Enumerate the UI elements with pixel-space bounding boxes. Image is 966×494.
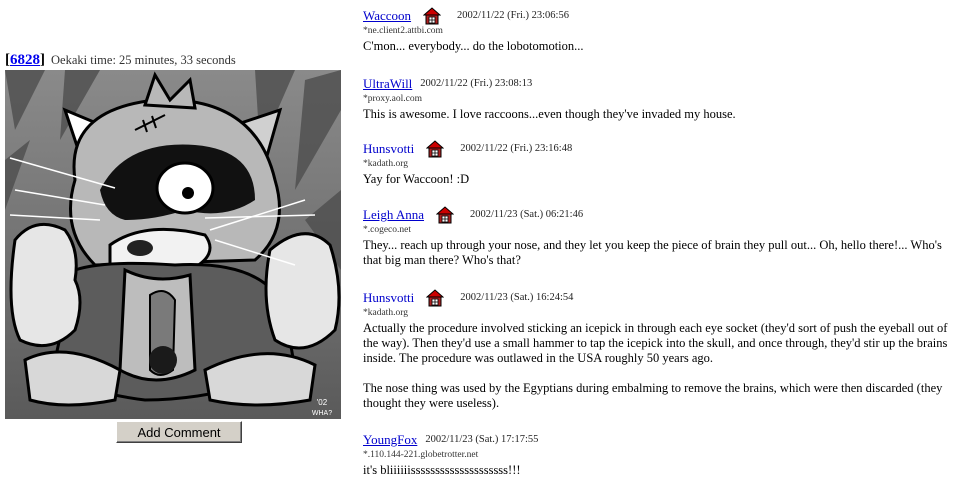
comment: Hunsvotti 2002/11/23 (Sat.) 16:24:54 *kad…	[363, 288, 959, 411]
comment-paragraph: Yay for Waccoon! :D	[363, 172, 470, 186]
comment-date: 2002/11/22 (Fri.) 23:06:56	[457, 10, 569, 21]
comment-author[interactable]: Leigh Anna	[363, 207, 424, 223]
home-icon[interactable]	[426, 289, 445, 307]
comment-header: UltraWill 2002/11/22 (Fri.) 23:08:13	[363, 74, 959, 94]
home-icon[interactable]	[436, 206, 455, 224]
comment-header: Leigh Anna 2002/11/23 (Sat.) 06:21:46	[363, 205, 959, 225]
comment-host: *.110.144-221.globetrotter.net	[363, 450, 479, 460]
post-header: [6828] Oekaki time: 25 minutes, 33 secon…	[5, 52, 341, 68]
post-panel: [6828] Oekaki time: 25 minutes, 33 secon…	[5, 52, 341, 443]
comment-date: 2002/11/23 (Sat.) 17:17:55	[425, 434, 539, 445]
comment: Leigh Anna 2002/11/23 (Sat.) 06:21:46 *.c…	[363, 205, 959, 268]
post-id: [6828]	[5, 52, 45, 68]
comment-text: They... reach up through your nose, and …	[363, 238, 959, 268]
home-icon[interactable]	[423, 7, 442, 25]
comment-text: it's bliiiiiissssssssssssssssssss!!!	[363, 463, 959, 478]
oekaki-drawing: '02 WHA?	[5, 70, 341, 419]
comment-author[interactable]: UltraWill	[363, 76, 412, 92]
comment-host: *kadath.org	[363, 308, 408, 318]
comment-author: Hunsvotti	[363, 290, 415, 305]
comment-paragraph: The nose thing was used by the Egyptians…	[363, 381, 943, 410]
comment-author[interactable]: Waccoon	[363, 8, 411, 24]
comment-paragraph: They... reach up through your nose, and …	[363, 238, 942, 267]
home-icon[interactable]	[426, 140, 445, 158]
post-id-link[interactable]: 6828	[10, 52, 40, 68]
comment-paragraph: Actually the procedure involved sticking…	[363, 321, 948, 365]
comment-host: *proxy.aol.com	[363, 94, 423, 104]
comment-text: C'mon... everybody... do the lobotomotio…	[363, 39, 959, 54]
comment-text: Actually the procedure involved sticking…	[363, 321, 959, 411]
comment-header: YoungFox 2002/11/23 (Sat.) 17:17:55	[363, 430, 959, 450]
comment-text: Yay for Waccoon! :D	[363, 172, 959, 187]
comment-host: *.cogeco.net	[363, 225, 412, 235]
comment-date: 2002/11/22 (Fri.) 23:08:13	[420, 78, 533, 89]
comment-date: 2002/11/22 (Fri.) 23:16:48	[460, 143, 573, 154]
comment-text: This is awesome. I love raccoons...even …	[363, 107, 959, 122]
comment-author[interactable]: YoungFox	[363, 432, 417, 448]
comment: Hunsvotti 2002/11/22 (Fri.) 23:16:48 *kad…	[363, 139, 959, 187]
comment: Waccoon 2002/11/22 (Fri.) 23:06:56 *ne.cl…	[363, 6, 959, 54]
comment-host: *kadath.org	[363, 159, 408, 169]
comment-author: Hunsvotti	[363, 141, 415, 156]
oekaki-time: Oekaki time: 25 minutes, 33 seconds	[51, 53, 236, 67]
comment-paragraph: This is awesome. I love raccoons...even …	[363, 107, 736, 121]
comment: YoungFox 2002/11/23 (Sat.) 17:17:55 *.110.…	[363, 430, 959, 478]
comment-date: 2002/11/23 (Sat.) 06:21:46	[470, 209, 584, 220]
artist-signature: '02	[317, 398, 328, 407]
comment: UltraWill 2002/11/22 (Fri.) 23:08:13 *prox…	[363, 74, 959, 122]
comment-paragraph: it's bliiiiiissssssssssssssssssss!!!	[363, 463, 521, 477]
comment-date: 2002/11/23 (Sat.) 16:24:54	[460, 292, 574, 303]
comment-header: Hunsvotti 2002/11/23 (Sat.) 16:24:54	[363, 288, 959, 308]
add-comment-button[interactable]: Add Comment	[116, 421, 242, 443]
artist-signature-2: WHA?	[312, 410, 332, 417]
comment-host: *ne.client2.attbi.com	[363, 26, 443, 36]
comment-header: Hunsvotti 2002/11/22 (Fri.) 23:16:48	[363, 139, 959, 159]
comment-paragraph: C'mon... everybody... do the lobotomotio…	[363, 39, 584, 53]
comment-header: Waccoon 2002/11/22 (Fri.) 23:06:56	[363, 6, 959, 26]
